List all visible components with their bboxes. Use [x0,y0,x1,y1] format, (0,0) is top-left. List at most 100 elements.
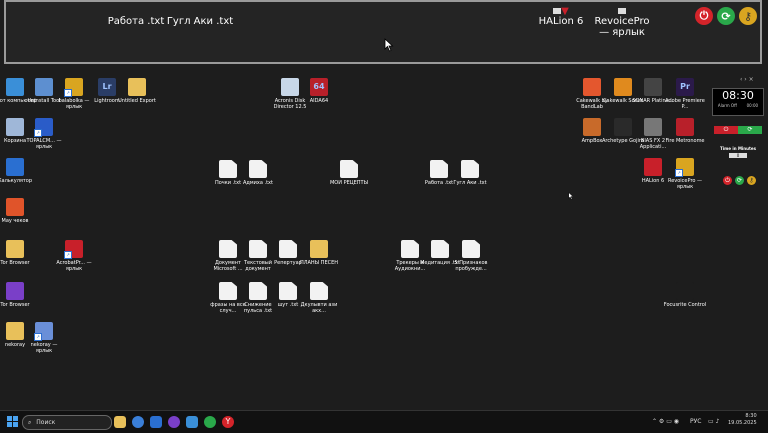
taskbar-app-files-icon[interactable] [114,416,126,428]
desktop-icon-label: Мay чеков [1,218,29,224]
mini-power-icon[interactable]: ⏻ [723,176,732,185]
dock-item-halion[interactable]: ▼ HALion 6 [534,6,588,27]
language-indicator[interactable]: РУС [690,417,701,427]
taskbar-app-mail-icon[interactable] [186,416,198,428]
top-dock: Работа .txt Гугл Аки .txt ▼ HALion 6 Rev… [4,0,762,64]
desktop-icon-label: AcrobatPr... — ярлык [56,260,92,272]
taskbar-app-store-icon[interactable] [150,416,162,428]
power-off-icon[interactable]: ⏻ [714,126,738,134]
revoicepro-icon [592,6,652,16]
text-file-icon [249,240,267,258]
desktop-icon[interactable]: Адмиха .txt [236,160,280,186]
text-file-icon [249,160,267,178]
app-icon: Pr [676,78,694,96]
desktop-icon[interactable]: Focusrite Control [663,282,707,308]
taskbar: ⌕ Поиск Y ⌃ ⚙ ▭ ◉ РУС ▭ ♪ 8:30 19.05.202… [0,410,768,433]
taskbar-app-browser-icon[interactable] [132,416,144,428]
refresh-icon: ⟳ [721,9,731,23]
search-icon: ⌕ [28,419,32,426]
desktop-icon[interactable]: ↗ TOPALCM... — ярлык [22,118,66,150]
desktop-icon[interactable]: ↗ nekoray — ярлык [22,322,66,354]
text-file-icon [164,6,236,16]
text-file-icon [219,282,237,300]
text-file-icon [462,240,480,258]
desktop-icon[interactable]: Untitled Export [115,78,159,104]
shortcut-arrow-icon: ↗ [64,89,72,97]
app-icon: ↗ [34,322,53,341]
app-icon [614,78,632,96]
taskbar-clock[interactable]: 8:30 19.05.2025 [728,413,757,427]
shortcut-arrow-icon: ↗ [675,169,683,177]
widget-arrows[interactable]: ‹ › × [740,76,754,83]
dock-item-work-txt[interactable]: Работа .txt [106,6,166,27]
app-icon [644,118,662,136]
desktop-icon-label: Fire Metronome [665,138,705,144]
app-icon: ↗ [64,240,83,259]
power-button[interactable]: ⏻ [695,7,713,25]
taskbar-app-yandex-icon[interactable]: Y [222,416,234,428]
timer-widget: Time in Minutes 0 [716,146,760,160]
desktop-icon[interactable]: ↗ RevoicePro — ярлык [663,158,707,190]
desktop-icon[interactable]: Tor Browser [0,282,37,308]
app-icon [6,282,24,300]
desktop-icon-label: AIDA64 [309,98,329,104]
desktop-icon[interactable]: ПЛАНЫ ПЕСЕН [297,240,341,266]
mouse-cursor-icon [384,38,394,52]
desktop-icon[interactable]: Дкулывти ази акх... [297,282,341,314]
app-icon [35,78,53,96]
app-icon: ↗ [34,118,53,137]
taskbar-app-chrome-icon[interactable] [204,416,216,428]
desktop-icon-label: RevoicePro — ярлык [667,178,703,190]
shortcut-arrow-icon: ↗ [34,129,42,137]
key-icon: ⚷ [743,9,753,23]
app-icon [676,282,694,300]
alarm-time: 00:00 [746,103,759,108]
power-toggle[interactable]: ⏻ ⟳ [714,126,762,134]
tray-icons[interactable]: ⌃ ⚙ ▭ ◉ [652,417,679,427]
desktop-icon-label: Адмиха .txt [243,180,273,186]
folder-icon [128,78,146,96]
desktop-icon[interactable]: ↗ AcrobatPr... — ярлык [52,240,96,272]
refresh-button[interactable]: ⟳ [717,7,735,25]
timer-input[interactable]: 0 [729,153,747,158]
desktop-icon-label: TOPALCM... — ярлык [26,138,62,150]
dock-item-revoicepro[interactable]: RevoicePro — ярлык [592,6,652,38]
power-on-icon[interactable]: ⟳ [738,126,762,134]
shortcut-arrow-icon: ↗ [64,251,72,259]
desktop-icon[interactable]: Гугл Аки .txt [448,160,492,186]
desktop-icon[interactable]: Fire Metronome [663,118,707,144]
desktop-icon[interactable]: МОИ РЕЦЕПТЫ [327,160,371,186]
key-button[interactable]: ⚷ [739,7,757,25]
folder-icon [6,240,24,258]
taskbar-app-tor-icon[interactable] [168,416,180,428]
desktop-icon[interactable]: 5 Признаков пробужде... [449,240,493,272]
text-file-icon [249,282,267,300]
desktop-icon[interactable]: Tor Browser [0,240,37,266]
shortcut-arrow-icon: ↗ [34,333,42,341]
text-file-icon [461,160,479,178]
desktop-icon-label: Калькулятор [0,178,33,184]
mini-key-icon[interactable]: ⚷ [747,176,756,185]
clock-widget: 08:30 Alarm Off 00:00 [712,88,764,116]
halion-icon: ▼ [534,6,588,17]
show-desktop-corner[interactable] [764,411,768,433]
search-placeholder: Поиск [36,419,56,426]
power-icon: ⏻ [699,9,709,22]
app-icon [644,158,662,176]
timer-label: Time in Minutes [719,146,757,151]
start-button[interactable] [6,416,18,428]
desktop-icon[interactable]: Pr Adobe Premiere P... [663,78,707,110]
app-icon: Lr [98,78,116,96]
dock-item-google-aki[interactable]: Гугл Аки .txt [164,6,236,27]
desktop-icon[interactable]: Калькулятор [0,158,37,184]
desktop-icon[interactable]: Мay чеков [0,198,37,224]
app-icon: ↗ [675,158,694,177]
tray-network-volume[interactable]: ▭ ♪ [708,417,719,427]
app-icon [583,78,601,96]
desktop-icon[interactable]: 64 AIDA64 [297,78,341,104]
search-box[interactable]: ⌕ Поиск [22,415,112,430]
mini-refresh-icon[interactable]: ⟳ [735,176,744,185]
text-file-icon [279,240,297,258]
taskbar-time: 8:30 [745,413,757,419]
app-icon [6,158,24,176]
